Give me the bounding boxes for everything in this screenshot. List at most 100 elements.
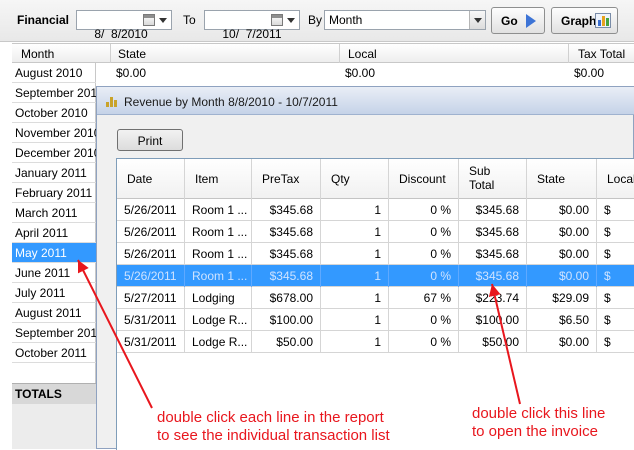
month-row-selected[interactable]: May 2011	[12, 243, 96, 263]
column-header-text: Discount	[399, 172, 446, 186]
cell-date: 5/31/2011	[117, 331, 185, 353]
table-row[interactable]: 5/31/2011 Lodge R... $100.00 1 0 % $100.00 $6.…	[117, 309, 634, 331]
cell-pretax: $345.68	[252, 199, 321, 221]
cell-sub-total: $100.00	[459, 309, 527, 331]
calendar-icon[interactable]	[143, 14, 155, 26]
cell-pretax: $345.68	[252, 221, 321, 243]
cell-pretax: $100.00	[252, 309, 321, 331]
cell-state: $0.00	[527, 243, 597, 265]
cell-date: 5/31/2011	[117, 309, 185, 331]
grid-header: Date Item PreTax Qty Discount Sub Total State Lo…	[117, 159, 634, 199]
table-row[interactable]: 5/26/2011 Room 1 ... $345.68 1 0 % $345.68 $0.…	[117, 243, 634, 265]
cell-date: 5/26/2011	[117, 265, 185, 287]
cell-local: $	[597, 287, 634, 309]
chevron-down-icon	[474, 18, 482, 23]
table-row-selected[interactable]: 5/26/2011 Room 1 ... $345.68 1 0 % $345.68 $0.…	[117, 265, 634, 287]
calendar-icon[interactable]	[271, 14, 283, 26]
cell-item: Lodge R...	[185, 331, 252, 353]
column-header-discount[interactable]: Discount	[389, 159, 459, 199]
report-row-state: $0.00	[116, 66, 147, 80]
annotation-left-line-1: double click each line in the report	[157, 409, 384, 426]
table-row[interactable]: 5/26/2011 Room 1 ... $345.68 1 0 % $345.68 $0.…	[117, 221, 634, 243]
month-row[interactable]: July 2011	[12, 283, 96, 303]
cell-sub-total: $223.74	[459, 287, 527, 309]
column-header-qty[interactable]: Qty	[321, 159, 389, 199]
financial-label: Financial	[17, 13, 70, 27]
column-header-text: Date	[127, 172, 153, 186]
report-column-headers: Month State Local Tax Total	[12, 43, 634, 63]
cell-state: $0.00	[527, 199, 597, 221]
start-date-field[interactable]: 8/ 8/2010	[76, 10, 172, 41]
window-title: Revenue by Month 8/8/2010 - 10/7/2011	[124, 95, 338, 109]
column-header-text: Qty	[331, 172, 350, 186]
column-header-item[interactable]: Item	[185, 159, 252, 199]
cell-date: 5/26/2011	[117, 199, 185, 221]
cell-state: $29.09	[527, 287, 597, 309]
totals-area	[12, 404, 96, 449]
cell-qty: 1	[321, 265, 389, 287]
column-header-date[interactable]: Date	[117, 159, 185, 199]
column-header-text: PreTax	[262, 172, 300, 186]
cell-state: $6.50	[527, 309, 597, 331]
cell-discount: 0 %	[389, 331, 459, 353]
cell-sub-total: $345.68	[459, 221, 527, 243]
cell-item: Room 1 ...	[185, 265, 252, 287]
by-label: By	[308, 13, 323, 27]
column-header-text: Sub	[469, 164, 491, 178]
cell-pretax: $345.68	[252, 265, 321, 287]
column-header-local[interactable]: Local	[348, 47, 377, 61]
cell-qty: 1	[321, 331, 389, 353]
month-row[interactable]: June 2011	[12, 263, 96, 283]
month-row[interactable]: November 2010	[12, 123, 100, 143]
table-row[interactable]: 5/27/2011 Lodging $678.00 1 67 % $223.74 $29.0…	[117, 287, 634, 309]
print-button[interactable]: Print	[117, 129, 183, 151]
cell-discount: 0 %	[389, 243, 459, 265]
chevron-down-icon[interactable]	[159, 18, 167, 23]
column-header-local[interactable]: Local	[597, 159, 634, 199]
go-button[interactable]: Go	[491, 7, 545, 34]
cell-local: $	[597, 331, 634, 353]
cell-discount: 0 %	[389, 221, 459, 243]
month-row[interactable]: October 2010	[12, 103, 96, 123]
column-header-tax-total[interactable]: Tax Total	[578, 47, 625, 61]
month-row[interactable]: December 2010	[12, 143, 100, 163]
column-header-pretax[interactable]: PreTax	[252, 159, 321, 199]
cell-date: 5/26/2011	[117, 221, 185, 243]
month-row[interactable]: February 2011	[12, 183, 96, 203]
group-by-dropdown-button[interactable]	[469, 11, 485, 29]
month-row[interactable]: April 2011	[12, 223, 96, 243]
month-row[interactable]: September 2010	[12, 83, 104, 103]
end-date-field[interactable]: 10/ 7/2011	[204, 10, 300, 41]
cell-local: $	[597, 309, 634, 331]
column-header-month[interactable]: Month	[21, 47, 54, 61]
window-titlebar[interactable]: Revenue by Month 8/8/2010 - 10/7/2011	[97, 87, 634, 115]
cell-discount: 0 %	[389, 309, 459, 331]
column-header-state[interactable]: State	[527, 159, 597, 199]
group-by-select[interactable]: Month	[324, 10, 486, 30]
cell-sub-total: $345.68	[459, 265, 527, 287]
column-header-text: Total	[469, 178, 495, 192]
cell-qty: 1	[321, 221, 389, 243]
cell-item: Lodging	[185, 287, 252, 309]
month-row[interactable]: October 2011	[12, 343, 96, 363]
cell-sub-total: $345.68	[459, 199, 527, 221]
month-row[interactable]: August 2010	[12, 63, 96, 83]
chevron-down-icon[interactable]	[287, 18, 295, 23]
column-header-state[interactable]: State	[118, 47, 146, 61]
column-header-sub-total[interactable]: Sub Total	[459, 159, 527, 199]
month-row[interactable]: March 2011	[12, 203, 96, 223]
totals-row: TOTALS	[12, 383, 96, 404]
table-row[interactable]: 5/26/2011 Room 1 ... $345.68 1 0 % $345.68 $0.…	[117, 199, 634, 221]
toolbar: Financial 8/ 8/2010 To 10/ 7/2011 By Mon…	[0, 0, 634, 42]
month-row[interactable]: August 2011	[12, 303, 96, 323]
cell-state: $0.00	[527, 331, 597, 353]
month-row[interactable]: September 2011	[12, 323, 103, 343]
table-row[interactable]: 5/31/2011 Lodge R... $50.00 1 0 % $50.00 $0.00…	[117, 331, 634, 353]
month-row[interactable]: January 2011	[12, 163, 96, 183]
play-icon	[526, 14, 536, 28]
cell-local: $	[597, 221, 634, 243]
cell-item: Lodge R...	[185, 309, 252, 331]
cell-item: Room 1 ...	[185, 243, 252, 265]
graph-button[interactable]: Graph	[551, 7, 618, 34]
cell-sub-total: $345.68	[459, 243, 527, 265]
